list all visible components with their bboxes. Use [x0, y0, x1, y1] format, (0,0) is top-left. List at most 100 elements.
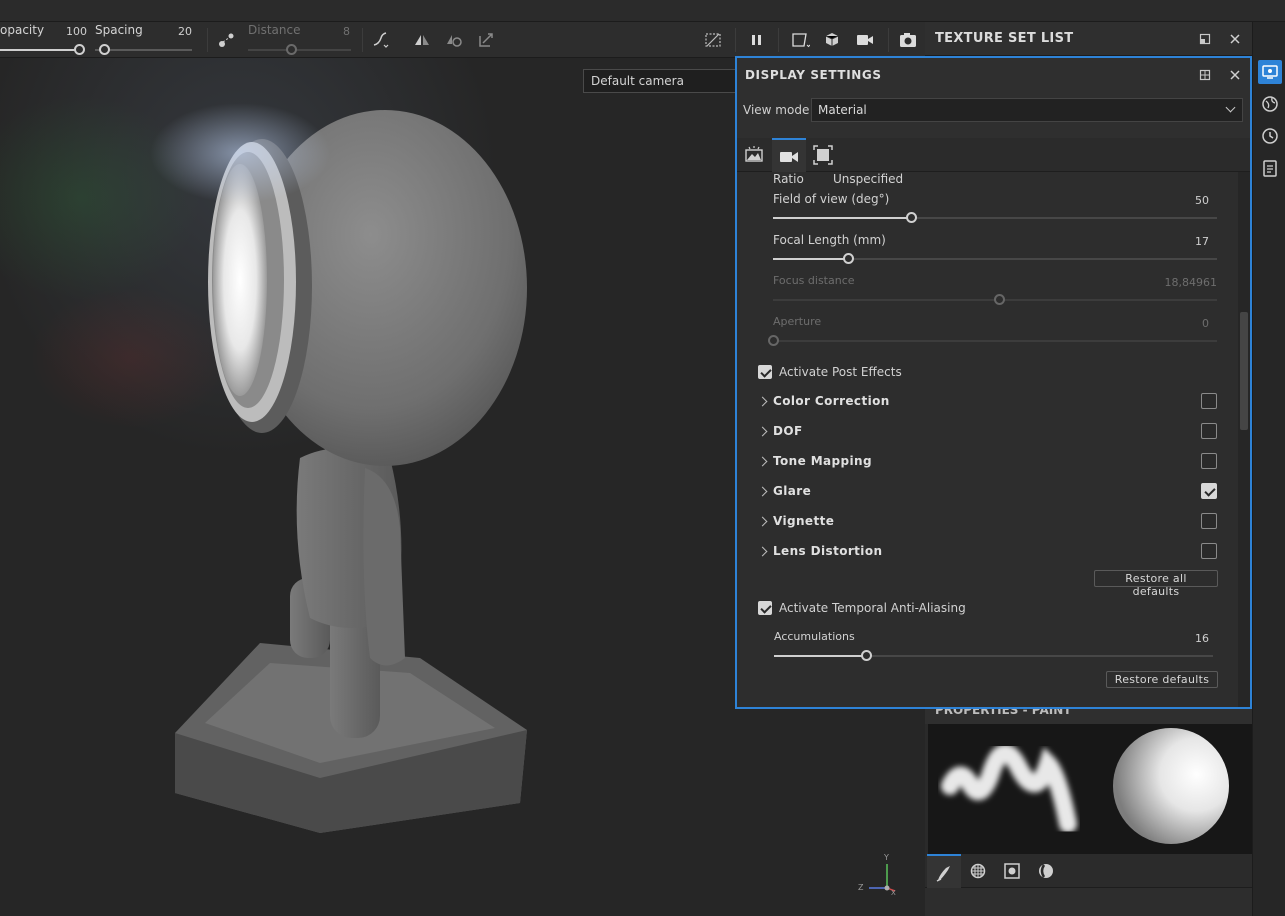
spacing-value[interactable]: 20 [178, 25, 192, 38]
stencil-icon [1004, 863, 1020, 879]
lazy-mouse-icon[interactable] [217, 30, 237, 50]
clipboard-icon [1263, 160, 1277, 177]
properties-body [925, 888, 1252, 916]
2d-view-icon[interactable] [790, 30, 810, 50]
chevron-right-icon [757, 396, 768, 407]
fov-value[interactable]: 50 [1157, 194, 1209, 207]
distance-value[interactable]: 8 [343, 25, 350, 38]
chevron-right-icon [757, 426, 768, 437]
accumulations-slider-fill [774, 655, 867, 657]
dock-panel-icon[interactable] [1199, 69, 1211, 81]
tab-environment[interactable] [737, 138, 771, 172]
effect-label: Glare [773, 484, 812, 498]
restore-all-defaults-button[interactable]: Restore all defaults [1094, 570, 1218, 598]
tab-camera[interactable] [772, 138, 806, 172]
aperture-value[interactable]: 0 [1157, 317, 1209, 330]
ratio-label: Ratio [773, 172, 804, 186]
toolbar-divider [888, 28, 889, 52]
aperture-slider-track[interactable] [773, 340, 1217, 342]
tab-alpha[interactable] [961, 854, 995, 888]
history-dock-button[interactable] [1258, 124, 1282, 148]
transform-icon[interactable] [476, 30, 496, 50]
globe-icon [1262, 96, 1278, 112]
environment-image-icon [745, 146, 763, 162]
distance-slider-track[interactable] [248, 49, 351, 51]
3d-view-icon[interactable] [822, 30, 842, 50]
focus-distance-value[interactable]: 18,84961 [1137, 276, 1218, 289]
axis-x-label: X [891, 889, 896, 897]
toolbar-divider [362, 28, 363, 52]
tool-options-toolbar: opacity 100 Spacing 20 Distance 8 [0, 22, 925, 58]
shader-settings-dock-button[interactable] [1258, 92, 1282, 116]
log-dock-button[interactable] [1258, 156, 1282, 180]
frame-icon [813, 145, 833, 165]
effect-row[interactable]: Vignette [737, 507, 1238, 537]
effect-checkbox[interactable] [1201, 513, 1217, 529]
opacity-slider-fill [0, 49, 78, 51]
effect-label: Vignette [773, 514, 835, 528]
post-effects-checkbox[interactable] [758, 365, 772, 379]
axis-z-label: Z [858, 883, 864, 892]
view-mode-select[interactable]: Material [811, 98, 1243, 122]
effect-checkbox[interactable] [1201, 453, 1217, 469]
taa-checkbox[interactable] [758, 601, 772, 615]
display-settings-icon [1262, 65, 1278, 79]
tab-stencil[interactable] [995, 854, 1029, 888]
effect-row[interactable]: DOF [737, 417, 1238, 447]
chevron-right-icon [757, 456, 768, 467]
fov-slider-knob[interactable] [905, 212, 917, 223]
chevron-down-icon [1225, 102, 1236, 113]
symmetry-icon[interactable] [412, 30, 432, 50]
symmetry-settings-icon[interactable] [444, 30, 464, 50]
ratio-value[interactable]: Unspecified [833, 172, 903, 186]
effect-checkbox[interactable] [1201, 393, 1217, 409]
effect-checkbox[interactable] [1201, 483, 1217, 499]
post-effects-list: Color Correction DOF Tone Mapping Glare [737, 387, 1238, 567]
effect-row[interactable]: Tone Mapping [737, 447, 1238, 477]
view-mode-label: View mode [743, 103, 810, 117]
distance-slider-knob[interactable] [286, 44, 297, 55]
axis-y-label: Y [884, 853, 889, 862]
accumulations-label: Accumulations [774, 630, 855, 643]
settings-scrollbar[interactable] [1238, 172, 1250, 707]
tab-brush[interactable] [927, 854, 961, 888]
camera-icon[interactable] [855, 30, 875, 50]
opacity-slider-knob[interactable] [74, 44, 85, 55]
close-icon[interactable] [1229, 33, 1241, 45]
effect-label: DOF [773, 424, 803, 438]
distance-label: Distance [248, 23, 301, 37]
close-icon[interactable] [1229, 69, 1241, 81]
display-settings-dialog: DISPLAY SETTINGS View mode Material Rati… [735, 56, 1252, 709]
focal-length-value[interactable]: 17 [1157, 235, 1209, 248]
view-mode-value: Material [818, 103, 867, 117]
aperture-slider-knob[interactable] [768, 335, 779, 346]
hide-ui-icon[interactable] [703, 30, 723, 50]
chevron-right-icon [757, 516, 768, 527]
pressure-curve-icon[interactable] [371, 30, 391, 50]
effect-checkbox[interactable] [1201, 423, 1217, 439]
effect-checkbox[interactable] [1201, 543, 1217, 559]
display-settings-dock-button[interactable] [1258, 60, 1282, 84]
tab-viewport[interactable] [806, 138, 840, 172]
restore-defaults-button[interactable]: Restore defaults [1106, 671, 1218, 688]
opacity-value[interactable]: 100 [66, 25, 87, 38]
effect-row[interactable]: Color Correction [737, 387, 1238, 417]
pause-icon[interactable] [747, 30, 767, 50]
effect-row[interactable]: Glare [737, 477, 1238, 507]
camera-settings-content: Ratio Unspecified Field of view (deg°) 5… [737, 172, 1238, 707]
chevron-right-icon [757, 546, 768, 557]
spacing-slider-knob[interactable] [99, 44, 110, 55]
accumulations-slider-knob[interactable] [861, 650, 873, 661]
screenshot-icon[interactable] [898, 30, 918, 50]
accumulations-value[interactable]: 16 [1157, 632, 1209, 645]
brush-stroke-preview [941, 728, 1229, 844]
fov-slider-fill [773, 217, 911, 219]
focus-distance-label: Focus distance [773, 274, 855, 287]
tab-material[interactable] [1029, 854, 1063, 888]
focus-distance-slider-knob[interactable] [994, 294, 1006, 305]
effect-label: Tone Mapping [773, 454, 872, 468]
float-panel-icon[interactable] [1199, 33, 1211, 45]
scrollbar-thumb[interactable] [1240, 312, 1248, 430]
effect-row[interactable]: Lens Distortion [737, 537, 1238, 567]
focal-length-slider-knob[interactable] [843, 253, 855, 264]
